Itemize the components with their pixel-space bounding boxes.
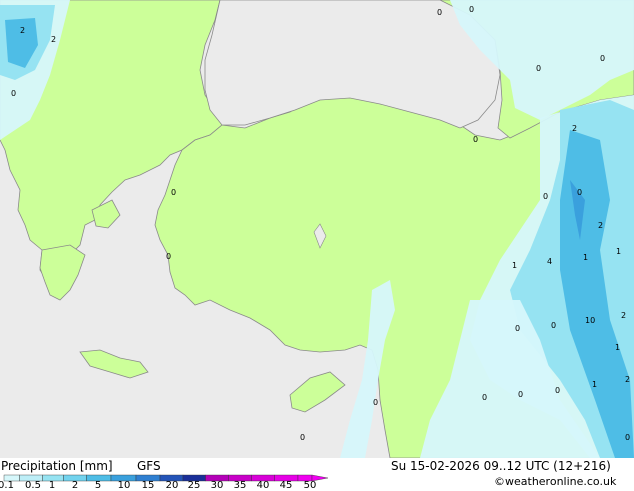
legend-tick-label: 0.5 (25, 480, 41, 491)
map-label: 0 (555, 386, 560, 395)
map-label: 0 (437, 8, 442, 17)
map-label: 0 (600, 54, 605, 63)
map-label: 1 (616, 247, 621, 256)
map-label: 0 (543, 192, 548, 201)
map-label: 0 (515, 324, 520, 333)
map-label: 0 (373, 398, 378, 407)
map-label: 0 (577, 188, 582, 197)
map-label: 1 (615, 343, 620, 352)
credit-text: ©weatheronline.co.uk (494, 475, 617, 488)
map-label: 1 (512, 261, 517, 270)
map-label: 0 (551, 321, 556, 330)
map-label: 0 (11, 89, 16, 98)
map-label: 0 (166, 252, 171, 261)
legend-tick-label: 45 (279, 480, 293, 491)
legend-tick-label: 1 (48, 480, 56, 491)
legend-tick-label: 2 (71, 480, 79, 491)
map-label: 1 (592, 380, 597, 389)
map-label: 4 (547, 257, 552, 266)
legend-tick-label: 5 (94, 480, 102, 491)
map-label: 1 (583, 253, 588, 262)
legend-tick-label: 25 (187, 480, 201, 491)
forecast-datetime: Su 15-02-2026 09..12 UTC (12+216) (391, 459, 611, 473)
model-name: GFS (137, 459, 161, 473)
legend-tick-label: 15 (141, 480, 155, 491)
legend-title: Precipitation [mm] (1, 459, 113, 473)
map-label: 0 (625, 433, 630, 442)
legend-tick-label: 20 (165, 480, 179, 491)
legend-tick-label: 35 (233, 480, 247, 491)
legend-tick-label: 30 (210, 480, 224, 491)
map-label: 2 (625, 375, 630, 384)
map-label: 2 (621, 311, 626, 320)
map-label: 0 (469, 5, 474, 14)
legend-tick-label: 40 (256, 480, 270, 491)
map-label: 2 (598, 221, 603, 230)
map-label: 0 (300, 433, 305, 442)
legend-tick-label: 10 (117, 480, 131, 491)
map-label: 10 (585, 316, 595, 325)
map-label: 0 (518, 390, 523, 399)
map-label: 2 (20, 26, 25, 35)
map-label: 0 (536, 64, 541, 73)
legend-tick-label: 50 (303, 480, 317, 491)
map-label: 0 (473, 135, 478, 144)
map-label: 0 (482, 393, 487, 402)
legend-tick-label: 0.1 (0, 480, 14, 491)
map-label: 2 (572, 124, 577, 133)
map-label: 2 (51, 35, 56, 44)
precipitation-map: 2 2 0 0 0 0 0 0 2 0 0 0 1 4 1 1 0 0 10 2… (0, 0, 634, 458)
map-label: 0 (171, 188, 176, 197)
